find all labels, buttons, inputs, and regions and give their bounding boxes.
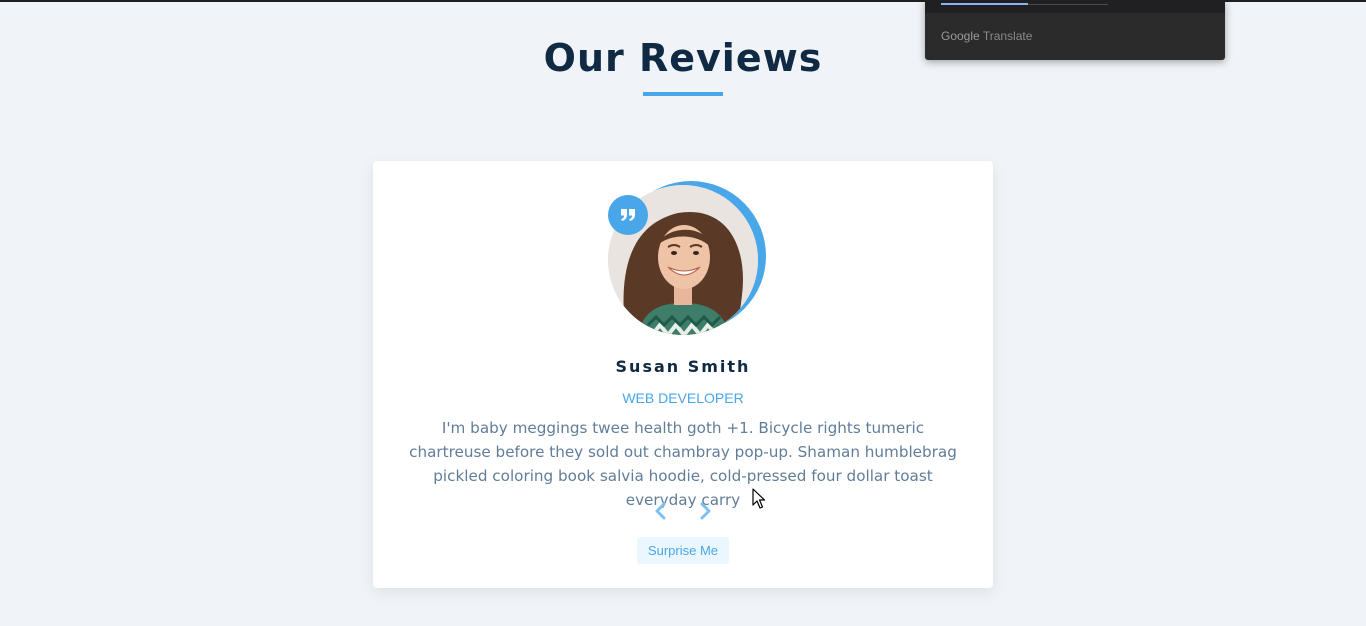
author-name: Susan Smith bbox=[615, 357, 751, 376]
title-underline bbox=[643, 92, 723, 96]
surprise-me-button[interactable]: Surprise Me bbox=[637, 537, 729, 564]
google-translate-popup: Google Translate bbox=[925, 0, 1225, 60]
chevron-left-icon bbox=[653, 502, 667, 523]
author-job: web developer bbox=[622, 390, 744, 406]
next-button[interactable] bbox=[694, 501, 718, 523]
mouse-cursor-icon bbox=[752, 488, 766, 510]
google-logo-text: Google bbox=[941, 29, 980, 43]
review-card: Susan Smith web developer I'm baby meggi… bbox=[373, 161, 993, 588]
quote-icon bbox=[608, 195, 648, 235]
person-image-container bbox=[608, 181, 766, 335]
review-text: I'm baby meggings twee health goth +1. B… bbox=[409, 419, 957, 509]
translate-tab-inactive[interactable] bbox=[1028, 4, 1108, 5]
prev-button[interactable] bbox=[648, 501, 672, 523]
nav-button-row bbox=[648, 501, 718, 523]
translate-label: Translate bbox=[982, 29, 1033, 43]
translate-tabs bbox=[925, 0, 1225, 13]
google-translate-brand: Google Translate bbox=[941, 29, 1032, 43]
chevron-right-icon bbox=[699, 502, 713, 523]
translate-tab-active[interactable] bbox=[941, 3, 1028, 5]
